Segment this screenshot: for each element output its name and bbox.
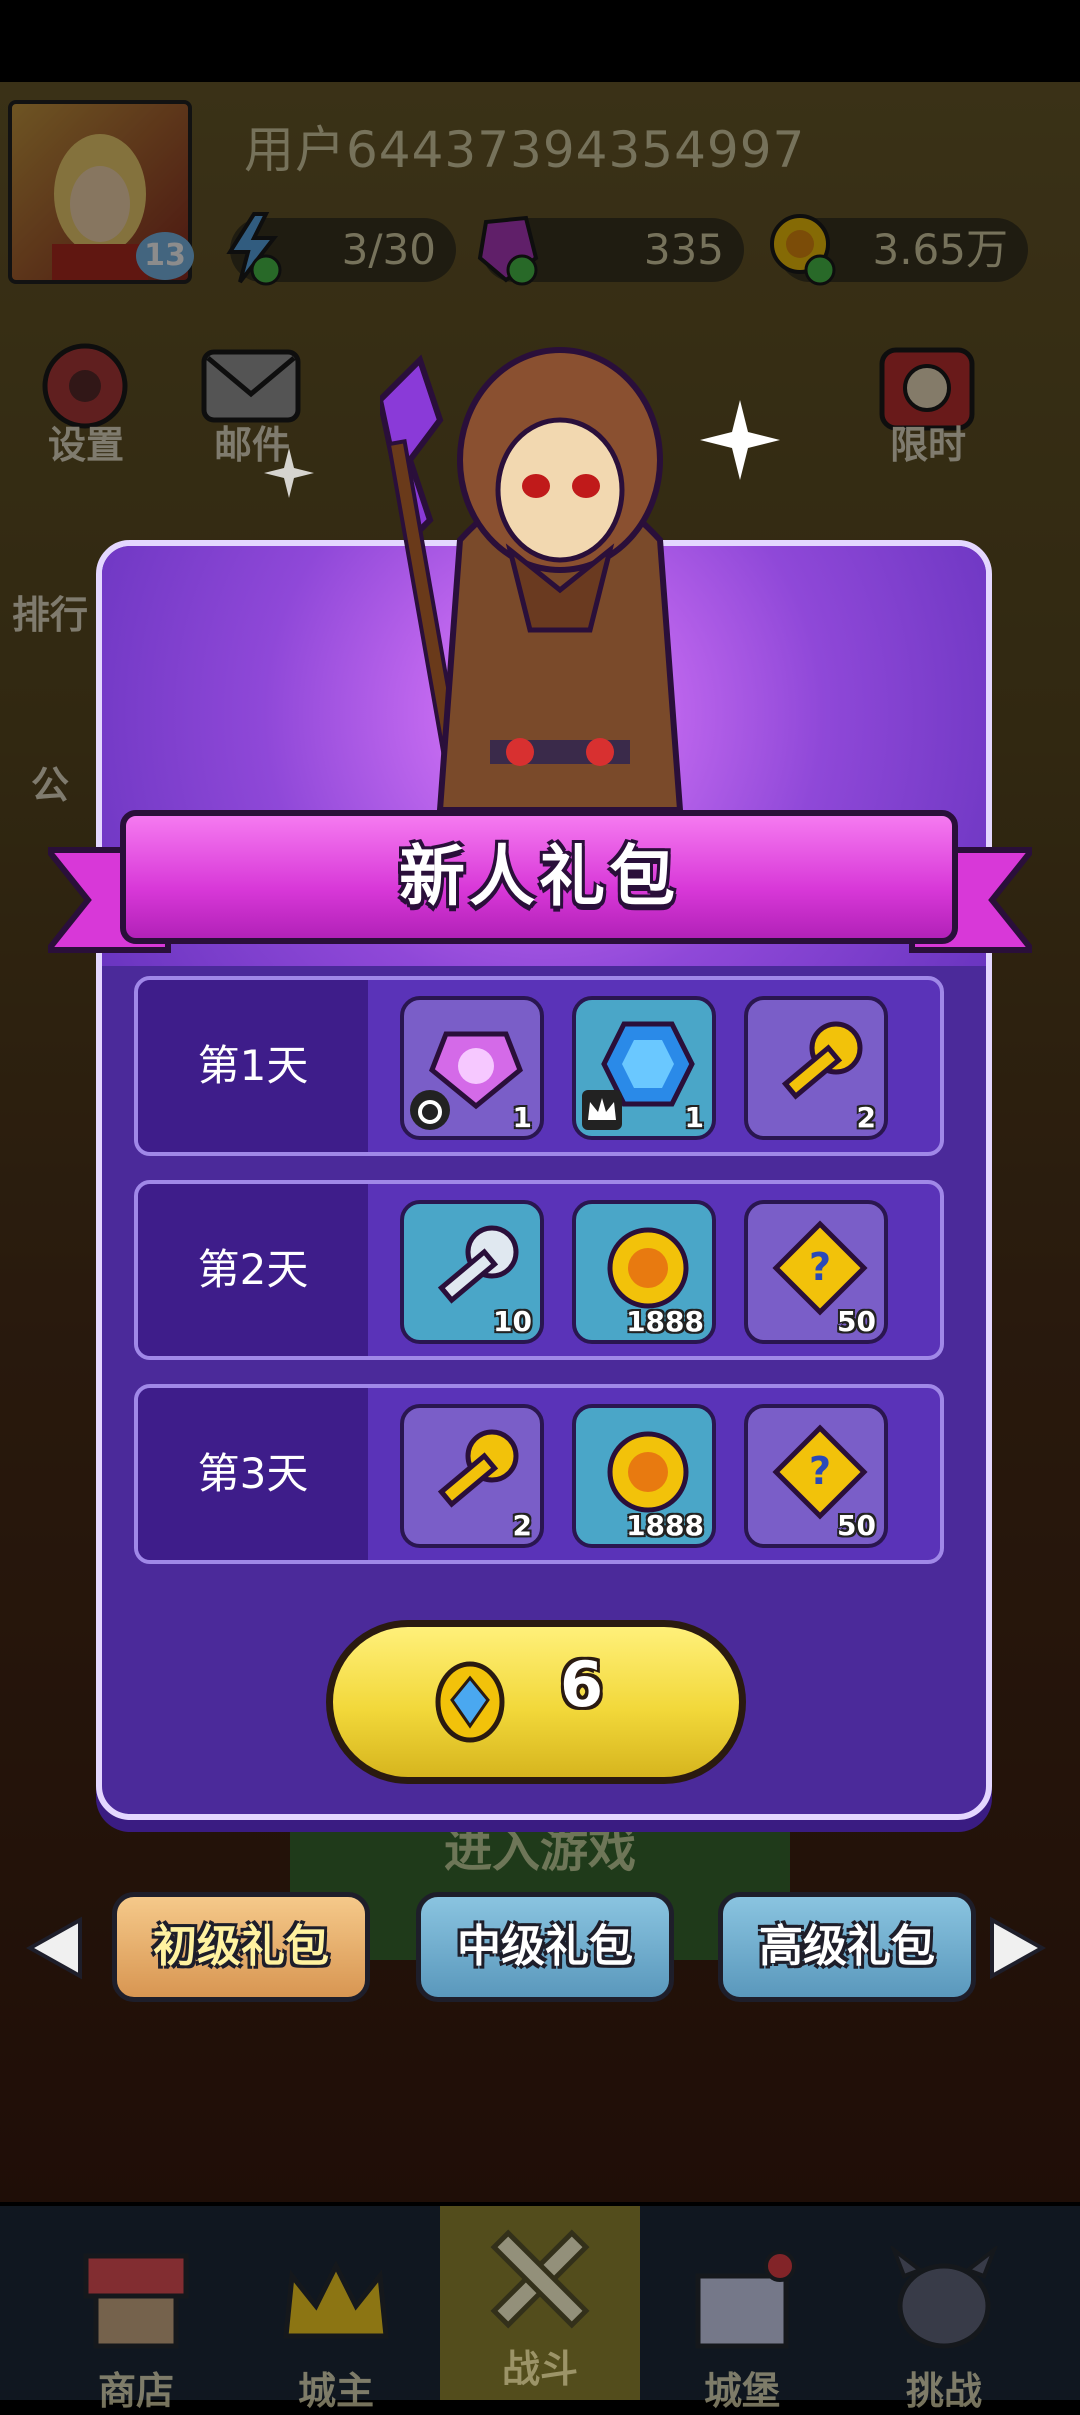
reward-count: 2 — [512, 1509, 532, 1542]
reward-count: 50 — [837, 1509, 876, 1542]
reward-count: 10 — [493, 1305, 532, 1338]
svg-text:?: ? — [809, 1449, 831, 1493]
nav-castle-label: 城堡 — [703, 2369, 780, 2413]
nav-shop[interactable]: 商店 — [56, 2246, 216, 2413]
reward-item[interactable]: 10 — [400, 1200, 544, 1344]
nav-battle[interactable]: 战斗 — [460, 2224, 620, 2394]
day-row-2: 第2天 10 1888 ? 50 — [134, 1180, 944, 1360]
day-label: 第1天 — [138, 980, 368, 1152]
crossed-swords-icon — [490, 2229, 590, 2329]
gold-key-icon — [781, 1021, 863, 1100]
sparkle-icon — [264, 448, 314, 498]
nav-challenge[interactable]: 挑战 — [864, 2244, 1024, 2413]
day-label: 第3天 — [138, 1388, 368, 1560]
day-label: 第2天 — [138, 1184, 368, 1356]
reward-count: 1 — [512, 1101, 532, 1134]
arrow-left-icon[interactable] — [26, 1916, 82, 1980]
reward-item[interactable]: 1 — [400, 996, 544, 1140]
sparkle-icon — [700, 400, 780, 480]
gift-title: 新人礼包 — [399, 838, 679, 915]
hooded-mage-icon — [380, 347, 684, 810]
reward-item[interactable]: ? 50 — [744, 1200, 888, 1344]
mystery-puzzle-icon: ? — [772, 1424, 868, 1520]
tab-basic-pack[interactable]: 初级礼包 — [112, 1892, 370, 2002]
buy-price: 6 — [560, 1648, 604, 1721]
reward-item[interactable]: 1 — [572, 996, 716, 1140]
mystery-puzzle-icon: ? — [772, 1220, 868, 1316]
reward-item[interactable]: 2 — [400, 1404, 544, 1548]
reward-count: 2 — [856, 1101, 876, 1134]
reward-count: 1888 — [626, 1305, 704, 1338]
day-row-1: 第1天 1 1 2 — [134, 976, 944, 1156]
gold-coin-icon — [607, 1227, 689, 1309]
crown-icon — [582, 1090, 622, 1130]
reward-count: 1888 — [626, 1509, 704, 1542]
arrow-right-icon[interactable] — [990, 1916, 1046, 1980]
tab-advanced-pack[interactable]: 高级礼包 — [718, 1892, 976, 2002]
reward-item[interactable]: ? 50 — [744, 1404, 888, 1548]
reward-item[interactable]: 1888 — [572, 1200, 716, 1344]
nav-challenge-label: 挑战 — [905, 2369, 982, 2413]
reward-count: 1 — [684, 1101, 704, 1134]
nav-shop-label: 商店 — [97, 2369, 174, 2413]
shop-icon — [83, 2253, 189, 2349]
nav-lord-label: 城主 — [297, 2369, 374, 2413]
crown-icon — [283, 2260, 389, 2339]
nav-lord[interactable]: 城主 — [256, 2246, 416, 2413]
ring-icon — [410, 1090, 450, 1130]
tab-intermediate-pack[interactable]: 中级礼包 — [416, 1892, 674, 2002]
day-row-3: 第3天 2 1888 ? 50 — [134, 1384, 944, 1564]
nav-castle[interactable]: 城堡 — [662, 2246, 822, 2413]
reward-item[interactable]: 2 — [744, 996, 888, 1140]
reward-item[interactable]: 1888 — [572, 1404, 716, 1548]
gold-coin-icon — [607, 1431, 689, 1513]
nav-battle-label: 战斗 — [501, 2347, 578, 2391]
devil-icon — [889, 2244, 999, 2349]
blue-diamond-coin-icon — [435, 1661, 505, 1743]
reward-count: 50 — [837, 1305, 876, 1338]
castle-icon — [695, 2250, 796, 2349]
gold-key-icon — [437, 1429, 519, 1508]
silver-key-icon — [437, 1225, 519, 1304]
buy-button[interactable] — [326, 1620, 746, 1784]
svg-text:?: ? — [809, 1245, 831, 1289]
